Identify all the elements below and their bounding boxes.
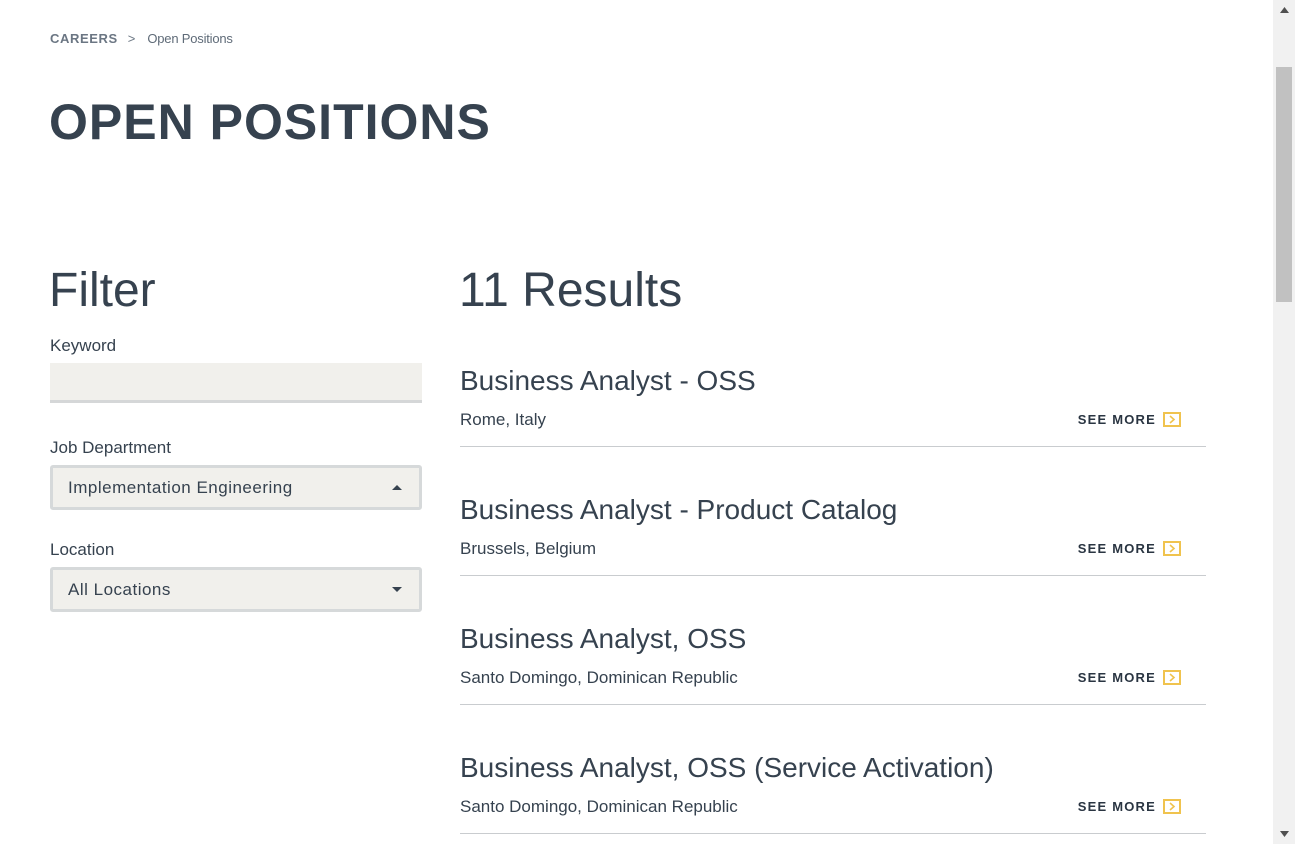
see-more-button[interactable]: SEE MORE — [1078, 670, 1181, 685]
job-title-link[interactable]: Business Analyst, OSS — [460, 622, 746, 656]
chevron-right-box-icon — [1163, 412, 1181, 427]
breadcrumb-current: Open Positions — [147, 31, 233, 46]
job-title-link[interactable]: Business Analyst - OSS — [460, 364, 756, 398]
caret-up-icon — [392, 485, 402, 490]
see-more-label: SEE MORE — [1077, 799, 1156, 814]
breadcrumb-careers-link[interactable]: CAREERS — [50, 31, 118, 47]
job-title-link[interactable]: Business Analyst, OSS (Service Activatio… — [460, 751, 994, 785]
see-more-button[interactable]: SEE MORE — [1078, 799, 1181, 814]
job-department-label: Job Department — [50, 438, 171, 457]
chevron-right-box-icon — [1163, 670, 1181, 685]
see-more-button[interactable]: SEE MORE — [1078, 541, 1181, 556]
job-title-link[interactable]: Business Analyst - Product Catalog — [460, 493, 897, 527]
job-list-item: Business Analyst, OSS (Service Activatio… — [460, 745, 1206, 834]
job-list-item: Business Analyst, OSS Santo Domingo, Dom… — [460, 616, 1206, 705]
see-more-label: SEE MORE — [1077, 541, 1156, 556]
see-more-button[interactable]: SEE MORE — [1078, 412, 1181, 427]
location-select[interactable]: All Locations — [50, 567, 422, 612]
see-more-label: SEE MORE — [1077, 670, 1156, 685]
job-location: Santo Domingo, Dominican Republic — [460, 668, 738, 687]
job-location: Santo Domingo, Dominican Republic — [460, 797, 738, 816]
job-location: Brussels, Belgium — [460, 539, 597, 558]
page-title: OPEN POSITIONS — [49, 94, 491, 150]
filter-heading: Filter — [49, 264, 156, 317]
breadcrumb: CAREERS > Open Positions — [50, 31, 233, 47]
location-value: All Locations — [68, 579, 171, 599]
job-list-item: Business Analyst - Product Catalog Bruss… — [460, 487, 1206, 576]
chevron-right-box-icon — [1163, 541, 1181, 556]
job-list-item: Business Analyst - OSS Rome, Italy SEE M… — [460, 358, 1206, 447]
scroll-down-arrow-icon[interactable] — [1273, 824, 1295, 844]
scrollbar-thumb[interactable] — [1276, 67, 1292, 302]
caret-down-icon — [392, 587, 402, 592]
job-department-select[interactable]: Implementation Engineering — [50, 465, 422, 510]
job-department-value: Implementation Engineering — [68, 477, 293, 497]
keyword-label: Keyword — [50, 336, 117, 355]
job-list: Business Analyst - OSS Rome, Italy SEE M… — [460, 358, 1206, 844]
breadcrumb-separator: > — [127, 31, 136, 46]
results-count-heading: 11 Results — [459, 264, 683, 317]
page: CAREERS > Open Positions OPEN POSITIONS … — [0, 0, 1295, 844]
see-more-label: SEE MORE — [1077, 412, 1156, 427]
keyword-input[interactable] — [50, 363, 422, 403]
location-label: Location — [50, 540, 115, 559]
chevron-right-box-icon — [1163, 799, 1181, 814]
scroll-up-arrow-icon[interactable] — [1273, 0, 1295, 20]
job-location: Rome, Italy — [460, 410, 546, 429]
vertical-scrollbar[interactable] — [1273, 0, 1295, 844]
